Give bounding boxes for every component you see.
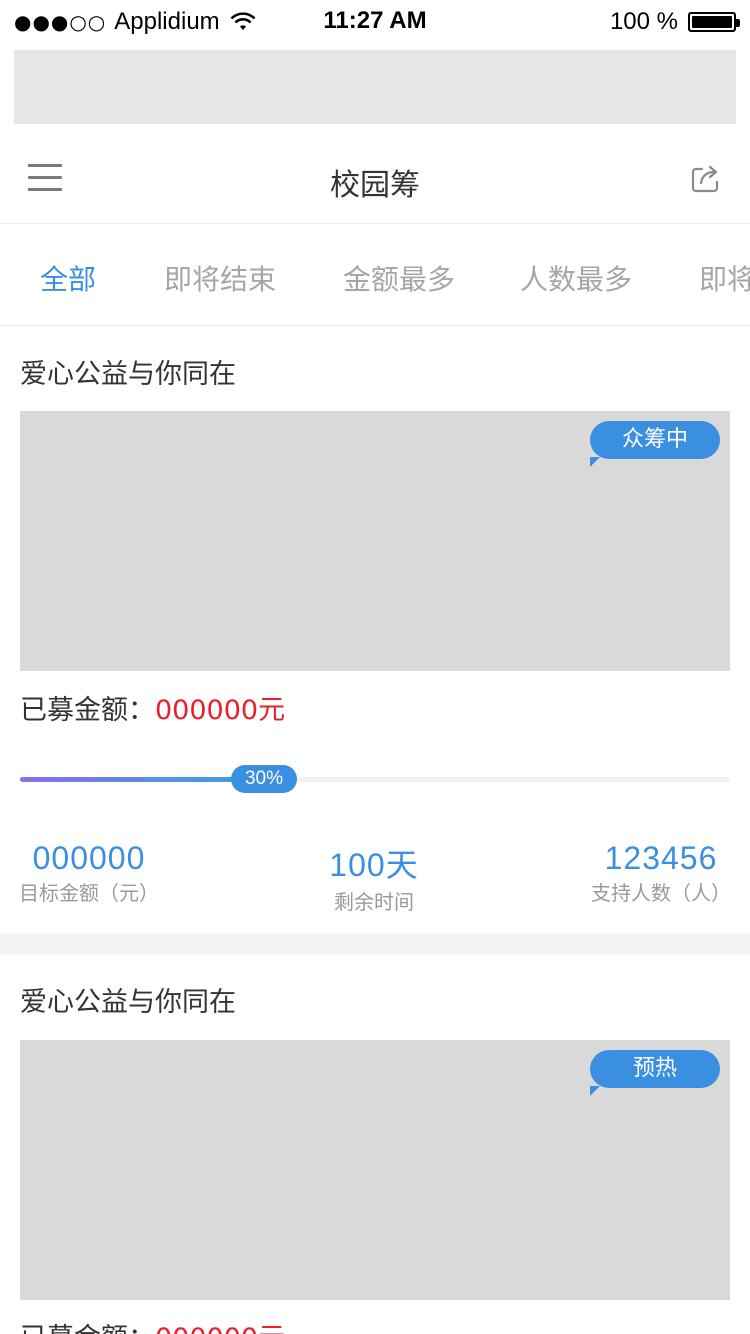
- status-badge-label: 预热: [632, 1056, 677, 1081]
- project-title: 爱心公益与你同在: [20, 359, 236, 390]
- tab-upcoming[interactable]: 即将: [699, 258, 750, 298]
- status-badge-label: 众筹中: [621, 427, 688, 452]
- stat-supporters-label: 支持人数（人）: [591, 881, 731, 905]
- tab-ending-soon[interactable]: 即将结束: [164, 258, 276, 298]
- stat-supporters: 123456 支持人数（人）: [588, 840, 734, 906]
- raised-label: 已募金额：: [20, 695, 155, 726]
- project-card[interactable]: 爱心公益与你同在 众筹中 已募金额：000000元 30% 000000 目标金…: [0, 326, 750, 934]
- status-right: 100 %: [609, 8, 740, 36]
- filter-tabs: 全部 即将结束 金额最多 人数最多 即将: [0, 226, 750, 326]
- stat-target-label: 目标金额（元）: [19, 881, 159, 905]
- stat-remaining: 100天 剩余时间: [315, 840, 433, 915]
- tab-all[interactable]: 全部: [40, 258, 96, 298]
- nav-bar: 校园筹: [0, 134, 750, 224]
- battery-icon: [688, 12, 740, 32]
- project-image: 众筹中: [20, 411, 730, 671]
- share-icon[interactable]: [690, 162, 722, 194]
- project-image: 预热: [20, 1040, 730, 1300]
- stat-remaining-value: 100天: [329, 847, 419, 883]
- stat-remaining-label: 剩余时间: [334, 890, 414, 914]
- tab-most-people[interactable]: 人数最多: [520, 258, 632, 298]
- progress-label: 30%: [231, 765, 297, 793]
- raised-label: 已募金额：: [20, 1323, 155, 1334]
- status-bar: ●●●○○ Applidium 11:27 AM 100 %: [0, 0, 750, 44]
- stat-supporters-value: 123456: [604, 840, 718, 876]
- status-badge: 众筹中: [590, 421, 720, 467]
- stat-target: 000000 目标金额（元）: [18, 840, 160, 906]
- raised-value: 000000元: [155, 1323, 285, 1334]
- battery-percent: 100 %: [609, 8, 678, 35]
- section-divider: [0, 934, 750, 954]
- tab-most-amount[interactable]: 金额最多: [343, 258, 455, 298]
- progress-bar: 30%: [20, 765, 730, 793]
- top-banner-placeholder: [14, 50, 736, 124]
- project-card[interactable]: 爱心公益与你同在 预热 已募金额：000000元: [0, 954, 750, 1334]
- project-title: 爱心公益与你同在: [20, 987, 236, 1018]
- stat-target-value: 000000: [32, 840, 146, 876]
- page-title: 校园筹: [330, 168, 420, 203]
- status-badge: 预热: [590, 1050, 720, 1096]
- progress-fill: [20, 777, 233, 782]
- raised-value: 000000元: [155, 695, 286, 726]
- raised-amount: 已募金额：000000元: [20, 688, 285, 727]
- raised-amount: 已募金额：000000元: [20, 1316, 285, 1334]
